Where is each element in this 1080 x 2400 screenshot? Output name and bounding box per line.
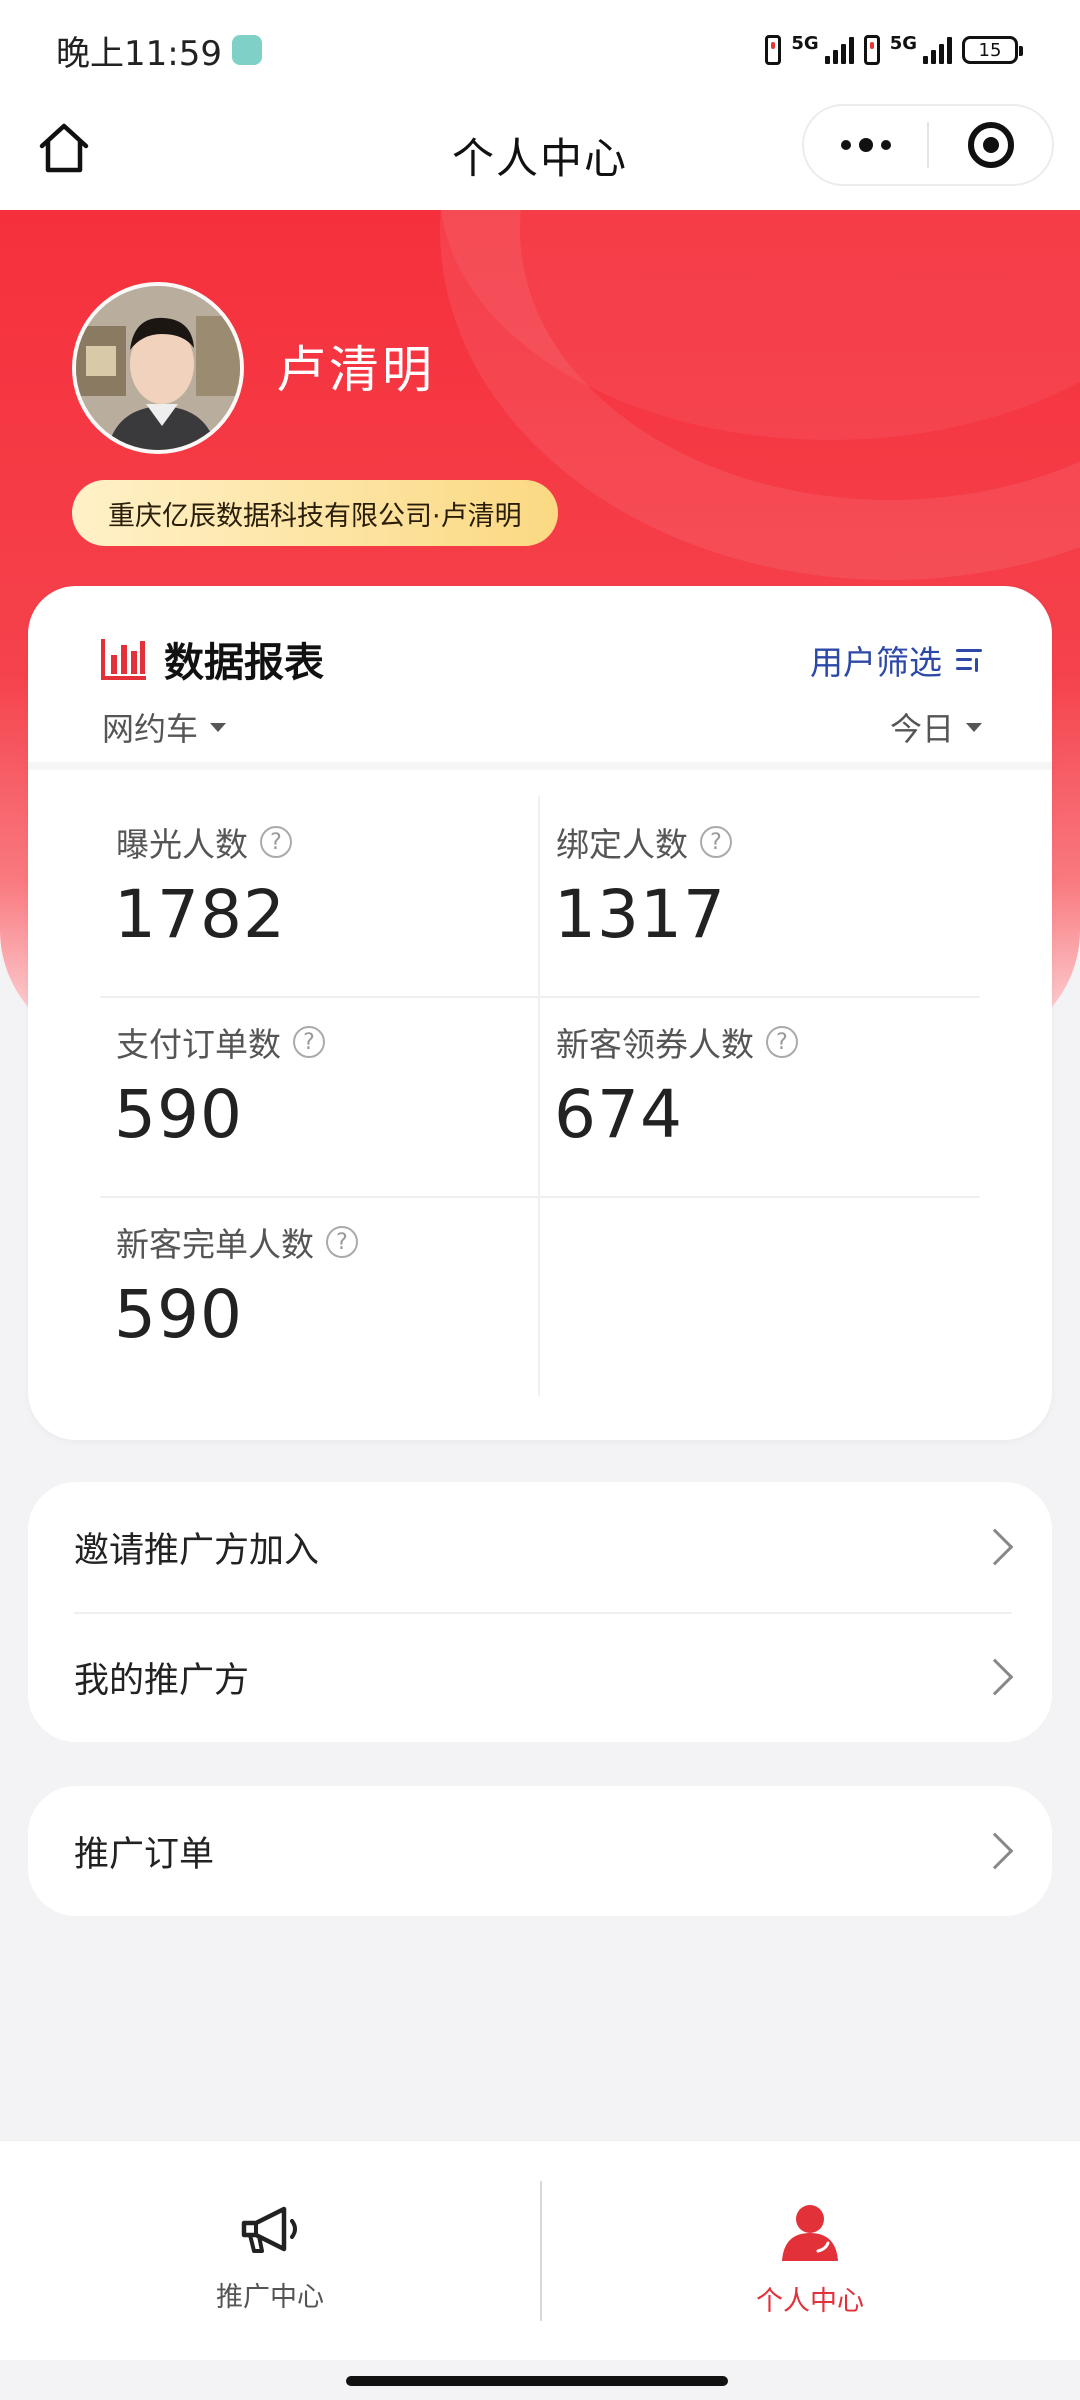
chevron-right-icon bbox=[976, 1528, 1014, 1566]
chevron-right-icon bbox=[976, 1832, 1014, 1870]
status-bar: 晚上11:59 5G 5G 15 bbox=[0, 0, 1080, 100]
user-filter-button[interactable]: 用户筛选 bbox=[810, 636, 984, 684]
signal-icon-2 bbox=[923, 36, 952, 64]
stat-paid-orders: 支付订单数? 590 bbox=[100, 996, 520, 1196]
stat-value: 590 bbox=[114, 1076, 243, 1153]
stat-label: 支付订单数? bbox=[116, 1018, 325, 1066]
avatar[interactable] bbox=[72, 282, 244, 454]
stat-new-completed: 新客完单人数? 590 bbox=[100, 1196, 520, 1396]
stat-value: 590 bbox=[114, 1276, 243, 1353]
tab-personal-center[interactable]: 个人中心 bbox=[540, 2141, 1080, 2360]
chevron-down-icon bbox=[210, 722, 227, 732]
battery-level: 15 bbox=[978, 39, 1002, 61]
category-value: 网约车 bbox=[102, 710, 199, 748]
period-value: 今日 bbox=[889, 710, 954, 748]
chevron-right-icon bbox=[976, 1658, 1014, 1696]
report-header: 数据报表 用户筛选 网约车 今日 bbox=[28, 586, 1052, 770]
user-name: 卢清明 bbox=[276, 341, 435, 399]
menu-group-orders: 推广订单 bbox=[28, 1786, 1052, 1916]
network-type-2: 5G bbox=[889, 33, 917, 54]
status-left: 晚上11:59 bbox=[56, 26, 262, 75]
stat-label: 新客领券人数? bbox=[556, 1018, 798, 1066]
mini-program-capsule bbox=[802, 104, 1054, 186]
tab-bar: 推广中心 个人中心 bbox=[0, 2140, 1080, 2360]
help-icon[interactable]: ? bbox=[293, 1026, 325, 1058]
signal-icon bbox=[824, 36, 854, 64]
close-capsule-button[interactable] bbox=[929, 106, 1052, 184]
company-tag: 重庆亿辰数据科技有限公司·卢清明 bbox=[72, 480, 558, 546]
bar-chart-icon bbox=[100, 637, 148, 681]
user-filter-label: 用户筛选 bbox=[810, 643, 942, 682]
battery-icon: 15 bbox=[962, 36, 1023, 64]
help-icon[interactable]: ? bbox=[326, 1226, 358, 1258]
stat-value: 1782 bbox=[114, 876, 286, 953]
menu-item-label: 推广订单 bbox=[74, 1834, 215, 1875]
help-icon[interactable]: ? bbox=[766, 1026, 798, 1058]
network-type: 5G bbox=[791, 33, 819, 54]
stat-label-text: 新客领券人数 bbox=[556, 1025, 754, 1064]
status-right: 5G 5G 15 bbox=[765, 33, 1023, 65]
menu-item-invite-promoter[interactable]: 邀请推广方加入 bbox=[28, 1482, 1052, 1612]
stat-label-text: 支付订单数 bbox=[116, 1025, 281, 1064]
home-icon[interactable] bbox=[34, 118, 94, 178]
tab-label: 推广中心 bbox=[216, 2282, 324, 2313]
status-time: 晚上11:59 bbox=[56, 33, 222, 74]
report-title: 数据报表 bbox=[100, 630, 324, 688]
stat-label: 绑定人数? bbox=[556, 818, 732, 866]
stat-new-coupon: 新客领券人数? 674 bbox=[540, 996, 960, 1196]
stat-label-text: 绑定人数 bbox=[556, 825, 688, 864]
home-indicator[interactable] bbox=[346, 2376, 728, 2386]
stat-bound: 绑定人数? 1317 bbox=[540, 796, 960, 996]
page-title: 个人中心 bbox=[451, 133, 628, 183]
stat-value: 674 bbox=[554, 1076, 683, 1153]
tab-label-active: 个人中心 bbox=[756, 2286, 864, 2317]
stat-label: 新客完单人数? bbox=[116, 1218, 358, 1266]
megaphone-icon bbox=[238, 2203, 302, 2263]
data-report-card: 数据报表 用户筛选 网约车 今日 曝光人数? 1782 绑定人数? 1317 支… bbox=[28, 586, 1052, 1440]
stat-label-text: 曝光人数 bbox=[116, 825, 248, 864]
filter-icon bbox=[956, 647, 984, 673]
stat-label: 曝光人数? bbox=[116, 818, 292, 866]
period-dropdown[interactable]: 今日 bbox=[890, 704, 982, 750]
nav-bar: 个人中心 bbox=[0, 100, 1080, 210]
capsule-target-icon bbox=[967, 122, 1014, 168]
stat-value: 1317 bbox=[554, 876, 726, 953]
report-title-text: 数据报表 bbox=[164, 640, 324, 686]
more-button[interactable] bbox=[804, 106, 927, 184]
more-dots-icon bbox=[840, 138, 891, 152]
stats-grid: 曝光人数? 1782 绑定人数? 1317 支付订单数? 590 新客领券人数?… bbox=[100, 796, 980, 1416]
sim-icon bbox=[765, 35, 782, 65]
help-icon[interactable]: ? bbox=[260, 826, 292, 858]
menu-group-promoters: 邀请推广方加入 我的推广方 bbox=[28, 1482, 1052, 1742]
sim-icon-2 bbox=[863, 35, 880, 65]
category-dropdown[interactable]: 网约车 bbox=[102, 704, 227, 750]
help-icon[interactable]: ? bbox=[700, 826, 732, 858]
menu-item-my-promoters[interactable]: 我的推广方 bbox=[28, 1612, 1052, 1742]
menu-item-label: 邀请推广方加入 bbox=[74, 1530, 320, 1571]
tab-promotion-center[interactable]: 推广中心 bbox=[0, 2141, 540, 2360]
chevron-down-icon bbox=[966, 722, 982, 732]
menu-item-label: 我的推广方 bbox=[74, 1660, 250, 1701]
person-icon bbox=[778, 2203, 842, 2267]
stat-exposure: 曝光人数? 1782 bbox=[100, 796, 520, 996]
menu-item-promotion-orders[interactable]: 推广订单 bbox=[28, 1786, 1052, 1916]
stat-label-text: 新客完单人数 bbox=[116, 1225, 314, 1264]
app-notification-icon bbox=[231, 35, 262, 65]
